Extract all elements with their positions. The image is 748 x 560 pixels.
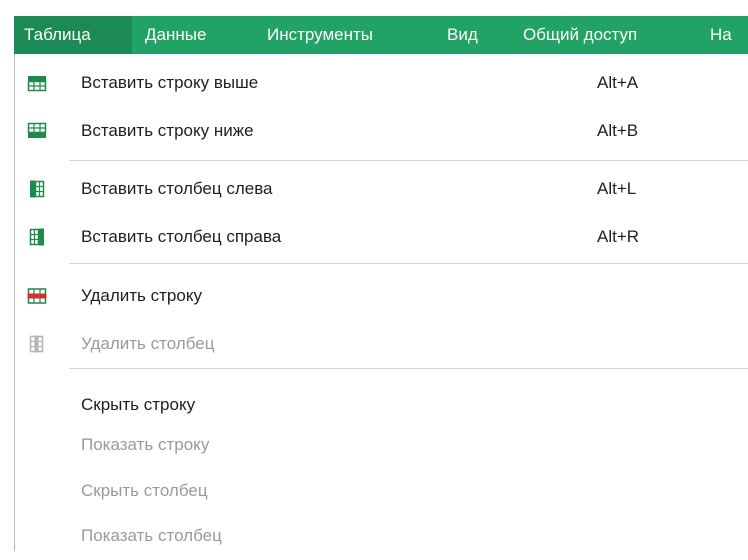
menu-view[interactable]: Вид (447, 16, 478, 54)
delete-row-label: Удалить строку (81, 286, 202, 305)
menu-separator (69, 368, 748, 369)
menu-more-truncated[interactable]: На (710, 16, 732, 54)
show-column-label: Показать столбец (81, 526, 222, 545)
insert-row-below-item[interactable]: Вставить строку ниже Alt+B (15, 107, 748, 155)
menu-bar: Таблица Данные Инструменты Вид Общий дос… (14, 16, 748, 54)
menu-data[interactable]: Данные (145, 16, 206, 54)
delete-column-label: Удалить столбец (81, 334, 215, 353)
menu-sharing[interactable]: Общий доступ (523, 16, 637, 54)
show-row-label: Показать строку (81, 435, 210, 454)
insert-row-above-icon (27, 76, 47, 92)
insert-column-right-shortcut: Alt+R (597, 227, 640, 246)
hide-column-label: Скрыть столбец (81, 481, 208, 500)
menu-separator (69, 263, 748, 264)
insert-column-right-item[interactable]: Вставить столбец справа Alt+R (15, 213, 748, 261)
insert-row-above-item[interactable]: Вставить строку выше Alt+A (15, 59, 748, 107)
hide-column-item[interactable]: Скрыть столбец (15, 467, 748, 515)
menu-table[interactable]: Таблица (14, 16, 132, 54)
insert-row-above-shortcut: Alt+A (597, 73, 639, 92)
delete-row-item[interactable]: Удалить строку (15, 272, 748, 320)
insert-row-above-label: Вставить строку выше (81, 73, 259, 92)
insert-column-left-item[interactable]: Вставить столбец слева Alt+L (15, 165, 748, 213)
insert-row-below-label: Вставить строку ниже (81, 121, 254, 140)
insert-column-left-icon (30, 180, 45, 198)
menu-separator (69, 160, 748, 161)
delete-row-icon (27, 288, 47, 304)
delete-column-item[interactable]: Удалить столбец (15, 320, 748, 368)
insert-row-below-shortcut: Alt+B (597, 121, 639, 140)
menu-tools[interactable]: Инструменты (267, 16, 373, 54)
insert-column-left-label: Вставить столбец слева (81, 179, 273, 198)
insert-row-below-icon (27, 122, 47, 138)
show-row-item[interactable]: Показать строку (15, 421, 748, 469)
table-menu-dropdown: Вставить строку выше Alt+A Вставить стро… (14, 54, 748, 551)
insert-column-left-shortcut: Alt+L (597, 179, 637, 198)
show-column-item[interactable]: Показать столбец (15, 512, 748, 560)
delete-column-icon (29, 335, 44, 353)
insert-column-right-label: Вставить столбец справа (81, 227, 282, 246)
insert-column-right-icon (29, 228, 44, 246)
